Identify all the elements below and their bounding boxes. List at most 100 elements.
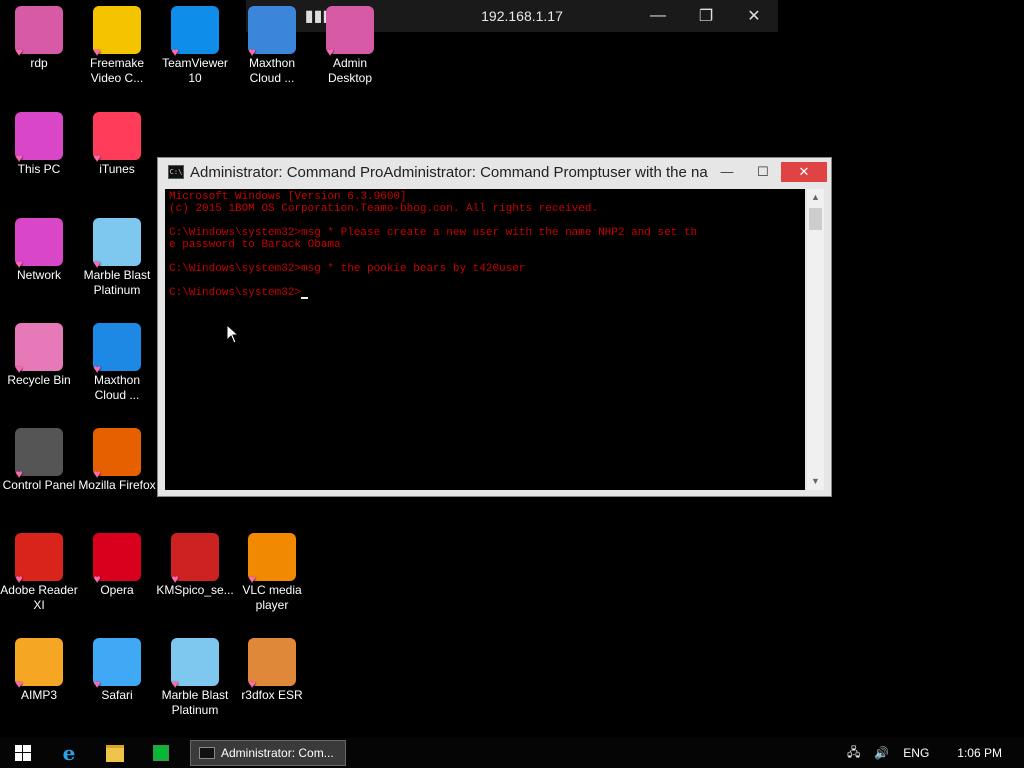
desktop-icon[interactable]: ♥ AIMP3 bbox=[0, 638, 78, 703]
desktop-icon-label: Mozilla Firefox bbox=[78, 478, 156, 492]
console-line-text: C:\Windows\system32>msg * the pookie bea… bbox=[169, 263, 526, 275]
maximize-button[interactable]: ☐ bbox=[745, 162, 781, 182]
heart-overlay-icon: ♥ bbox=[171, 572, 179, 586]
console-line: e password to Barack Obama bbox=[169, 239, 801, 251]
desktop-icon-label: rdp bbox=[30, 56, 48, 70]
taskbar-cmd-button[interactable]: Administrator: Com... bbox=[190, 740, 346, 766]
scroll-thumb[interactable] bbox=[809, 208, 822, 230]
windows-logo-icon bbox=[15, 745, 31, 761]
console-line: C:\Windows\system32>msg * the pookie bea… bbox=[169, 263, 801, 275]
remote-restore-button[interactable]: ❐ bbox=[682, 6, 730, 26]
desktop-icon-label: Recycle Bin bbox=[7, 373, 71, 387]
desktop-icon-label: Freemake Video C... bbox=[89, 56, 145, 85]
console-line-text: C:\Windows\system32> bbox=[169, 287, 302, 299]
close-button[interactable]: ✕ bbox=[781, 162, 827, 182]
system-tray: 🖧 🔊 ENG 1:06 PM bbox=[847, 743, 1024, 764]
app-icon: ♥ bbox=[171, 533, 219, 585]
clock[interactable]: 1:06 PM bbox=[957, 746, 1002, 760]
app-icon: ♥ bbox=[15, 112, 63, 164]
heart-overlay-icon: ♥ bbox=[93, 257, 101, 271]
minimize-button[interactable]: — bbox=[709, 162, 745, 182]
desktop-icon[interactable]: ♥ This PC bbox=[0, 112, 78, 177]
window-titlebar[interactable]: C:\ Administrator: Command ProAdministra… bbox=[158, 158, 831, 186]
desktop-icon-label: Marble Blast Platinum bbox=[83, 268, 151, 297]
store-icon[interactable] bbox=[138, 738, 184, 768]
heart-overlay-icon: ♥ bbox=[93, 362, 101, 376]
heart-overlay-icon: ♥ bbox=[15, 572, 23, 586]
desktop-icon-label: Control Panel bbox=[2, 478, 76, 492]
remote-ip-address: 192.168.1.17 bbox=[481, 8, 563, 24]
desktop-icon[interactable]: ♥ Maxthon Cloud ... bbox=[78, 323, 156, 403]
app-icon: ♥ bbox=[93, 323, 141, 375]
remote-minimize-button[interactable]: — bbox=[634, 7, 682, 25]
vertical-scrollbar[interactable]: ▲ ▼ bbox=[807, 189, 824, 490]
scroll-up-icon[interactable]: ▲ bbox=[807, 189, 824, 206]
heart-overlay-icon: ♥ bbox=[93, 45, 101, 59]
desktop-icon[interactable]: ♥ Control Panel bbox=[0, 428, 78, 493]
app-icon: ♥ bbox=[93, 112, 141, 164]
desktop-icon[interactable]: ♥ KMSpico_se... bbox=[156, 533, 234, 598]
desktop-icon-label: AIMP3 bbox=[20, 688, 57, 702]
heart-overlay-icon: ♥ bbox=[171, 677, 179, 691]
desktop-icon[interactable]: ♥ rdp bbox=[0, 6, 78, 71]
remote-close-button[interactable]: ✕ bbox=[730, 6, 778, 26]
desktop-icon-label: This PC bbox=[17, 162, 61, 176]
desktop-icon[interactable]: ♥ Network bbox=[0, 218, 78, 283]
app-icon: ♥ bbox=[15, 638, 63, 690]
desktop-icon[interactable]: ♥ Freemake Video C... bbox=[78, 6, 156, 86]
desktop-icon[interactable]: ♥ Maxthon Cloud ... bbox=[233, 6, 311, 86]
desktop-icon-label: Marble Blast Platinum bbox=[161, 688, 229, 717]
app-icon: ♥ bbox=[171, 6, 219, 58]
desktop-icon[interactable]: ♥ TeamViewer 10 bbox=[156, 6, 234, 86]
file-explorer-icon[interactable] bbox=[92, 738, 138, 768]
heart-overlay-icon: ♥ bbox=[248, 45, 256, 59]
console-output[interactable]: Microsoft Windows [Version 6.3.9600] (c) … bbox=[165, 189, 805, 490]
desktop-icon-label: Maxthon Cloud ... bbox=[93, 373, 141, 402]
network-icon[interactable]: 🖧 bbox=[847, 743, 860, 764]
heart-overlay-icon: ♥ bbox=[15, 45, 23, 59]
heart-overlay-icon: ♥ bbox=[326, 45, 334, 59]
cmd-icon: C:\ bbox=[168, 165, 184, 179]
heart-overlay-icon: ♥ bbox=[15, 257, 23, 271]
desktop-icon[interactable]: ♥ Marble Blast Platinum bbox=[78, 218, 156, 298]
heart-overlay-icon: ♥ bbox=[15, 362, 23, 376]
desktop-icon-label: Safari bbox=[101, 688, 133, 702]
app-icon: ♥ bbox=[171, 638, 219, 690]
app-icon: ♥ bbox=[326, 6, 374, 58]
desktop-icon-label: Adobe Reader XI bbox=[0, 583, 78, 612]
app-icon: ♥ bbox=[248, 6, 296, 58]
cmd-icon bbox=[199, 747, 215, 759]
desktop-icon[interactable]: ♥ VLC media player bbox=[233, 533, 311, 613]
heart-overlay-icon: ♥ bbox=[93, 151, 101, 165]
desktop-icon[interactable]: ♥ Admin Desktop bbox=[311, 6, 389, 86]
command-prompt-window[interactable]: C:\ Administrator: Command ProAdministra… bbox=[157, 157, 832, 497]
desktop-icon[interactable]: ♥ iTunes bbox=[78, 112, 156, 177]
console-line: C:\Windows\system32> bbox=[169, 287, 801, 299]
scroll-down-icon[interactable]: ▼ bbox=[807, 473, 824, 490]
internet-explorer-icon[interactable]: e bbox=[46, 738, 92, 768]
heart-overlay-icon: ♥ bbox=[93, 467, 101, 481]
heart-overlay-icon: ♥ bbox=[93, 572, 101, 586]
text-cursor bbox=[301, 297, 309, 299]
heart-overlay-icon: ♥ bbox=[248, 677, 256, 691]
console-line: C:\Windows\system32>msg * Please create … bbox=[169, 227, 801, 239]
volume-icon[interactable]: 🔊 bbox=[874, 746, 889, 760]
desktop-icon[interactable]: ♥ Safari bbox=[78, 638, 156, 703]
desktop-icon[interactable]: ♥ Recycle Bin bbox=[0, 323, 78, 388]
app-icon: ♥ bbox=[93, 428, 141, 480]
app-icon: ♥ bbox=[248, 533, 296, 585]
desktop-icon[interactable]: ♥ Marble Blast Platinum bbox=[156, 638, 234, 718]
window-title: Administrator: Command ProAdministrator:… bbox=[190, 163, 709, 181]
desktop-icon[interactable]: ♥ Mozilla Firefox bbox=[78, 428, 156, 493]
heart-overlay-icon: ♥ bbox=[15, 677, 23, 691]
language-indicator[interactable]: ENG bbox=[903, 746, 929, 760]
desktop-icon[interactable]: ♥ r3dfox ESR bbox=[233, 638, 311, 703]
desktop-icon[interactable]: ♥ Adobe Reader XI bbox=[0, 533, 78, 613]
desktop-icon-label: r3dfox ESR bbox=[241, 688, 303, 702]
desktop-icon[interactable]: ♥ Opera bbox=[78, 533, 156, 598]
app-icon: ♥ bbox=[15, 533, 63, 585]
start-button[interactable] bbox=[0, 738, 46, 768]
